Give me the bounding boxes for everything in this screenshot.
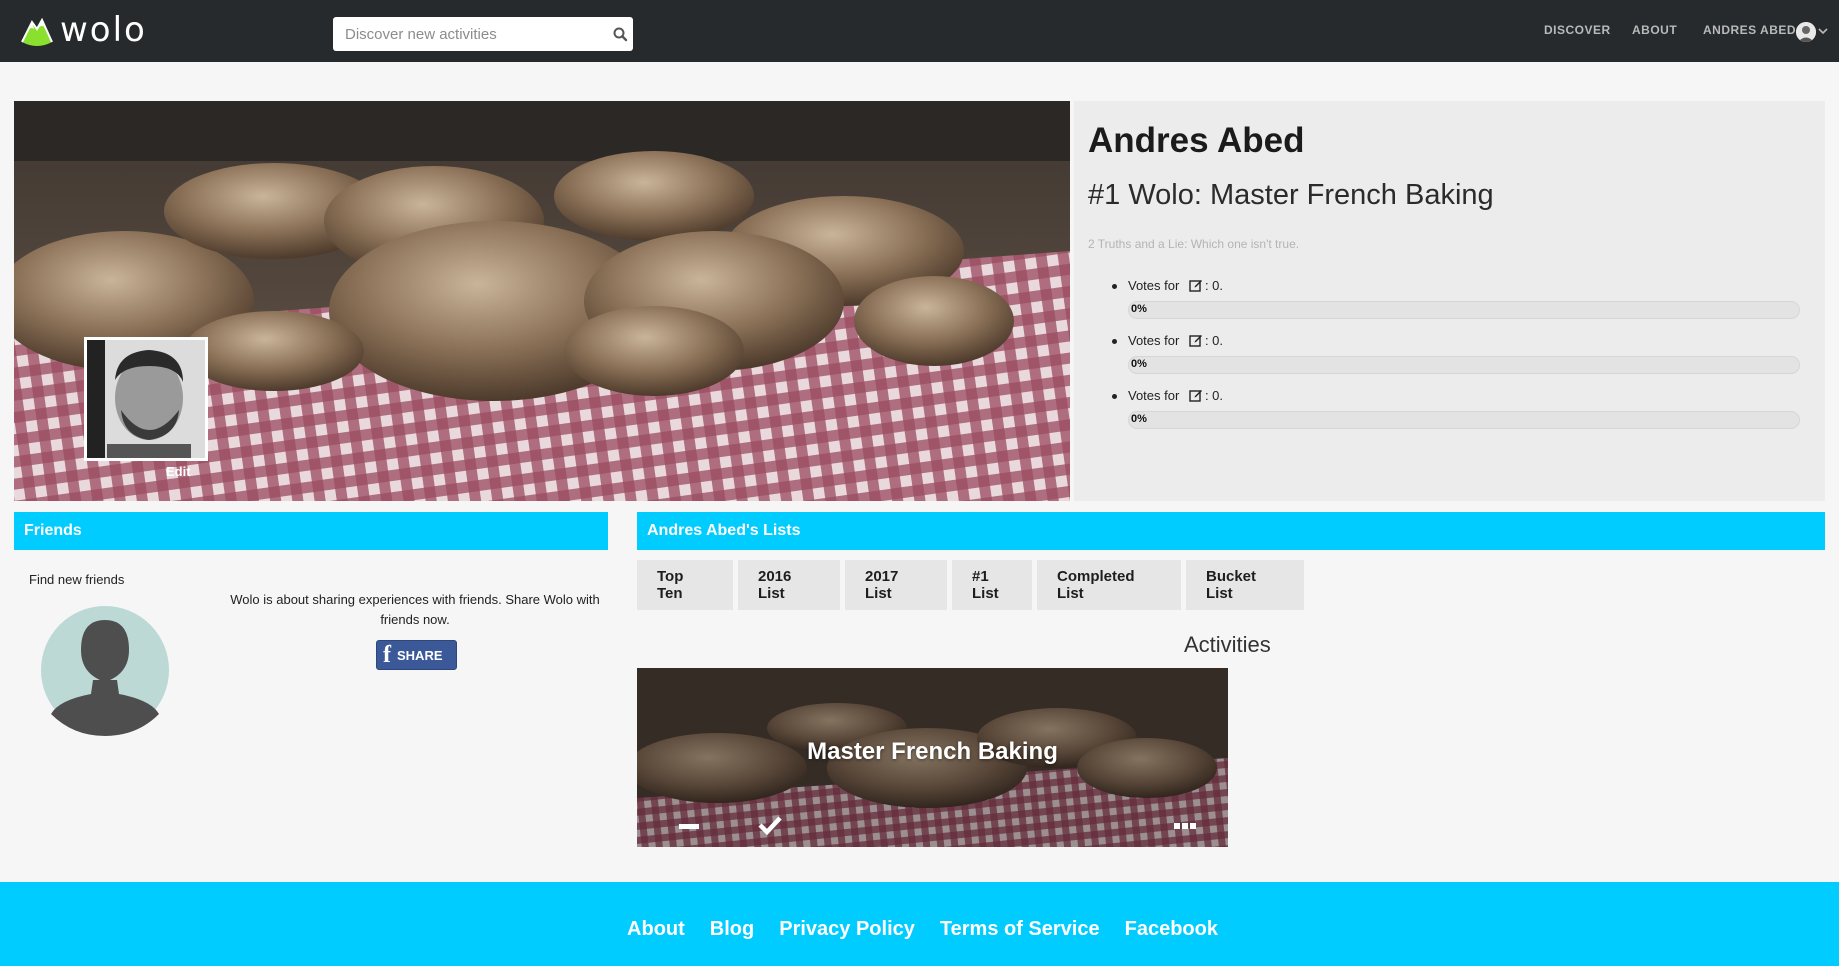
vote-text: Votes for : 0. bbox=[1110, 387, 1800, 405]
vote-item: Votes for : 0. 0% bbox=[1110, 332, 1800, 387]
vote-item: Votes for : 0. 0% bbox=[1110, 387, 1800, 442]
edit-icon[interactable] bbox=[1189, 388, 1203, 402]
lists-heading: Andres Abed's Lists bbox=[637, 512, 1825, 550]
vote-percent: 0% bbox=[1131, 358, 1147, 370]
nav-user[interactable]: ANDRES ABED bbox=[1703, 23, 1796, 37]
footer-link-blog[interactable]: Blog bbox=[710, 918, 754, 941]
profile-name: Andres Abed bbox=[1088, 121, 1305, 160]
profile-portrait-image bbox=[87, 340, 205, 458]
activity-card[interactable]: Master French Baking bbox=[637, 668, 1228, 847]
vote-percent: 0% bbox=[1131, 303, 1147, 315]
list-tab[interactable]: #1 List bbox=[952, 560, 1032, 610]
facebook-icon: f bbox=[383, 642, 391, 668]
footer-links: About Blog Privacy Policy Terms of Servi… bbox=[0, 918, 1839, 941]
list-tab[interactable]: Bucket List bbox=[1186, 560, 1304, 610]
vote-label: Votes for bbox=[1128, 388, 1180, 403]
list-tabs: Top Ten 2016 List 2017 List #1 List Comp… bbox=[637, 560, 1304, 610]
find-friends-link[interactable]: Find new friends bbox=[29, 572, 124, 587]
footer-link-about[interactable]: About bbox=[627, 918, 685, 941]
vote-text: Votes for : 0. bbox=[1110, 332, 1800, 350]
nav-about[interactable]: ABOUT bbox=[1632, 23, 1677, 37]
vote-progress-bar: 0% bbox=[1128, 411, 1800, 429]
vote-item: Votes for : 0. 0% bbox=[1110, 277, 1800, 332]
footer: About Blog Privacy Policy Terms of Servi… bbox=[0, 882, 1839, 966]
profile-subtitle: #1 Wolo: Master French Baking bbox=[1088, 179, 1494, 211]
truths-prompt: 2 Truths and a Lie: Which one isn't true… bbox=[1088, 237, 1300, 251]
default-avatar-icon[interactable] bbox=[41, 602, 169, 738]
share-button-label: SHARE bbox=[397, 647, 443, 663]
list-tab[interactable]: Completed List bbox=[1037, 560, 1181, 610]
footer-link-privacy-policy[interactable]: Privacy Policy bbox=[779, 918, 915, 941]
list-tab[interactable]: 2016 List bbox=[738, 560, 840, 610]
more-icon[interactable] bbox=[1174, 822, 1196, 830]
vote-label: Votes for bbox=[1128, 333, 1180, 348]
profile-photo[interactable] bbox=[84, 337, 208, 461]
vote-progress-bar: 0% bbox=[1128, 356, 1800, 374]
votes-list: Votes for : 0. 0% Votes for : 0. 0% Vote… bbox=[1110, 277, 1800, 442]
search-icon[interactable] bbox=[611, 25, 629, 43]
search-box bbox=[333, 17, 633, 51]
wolo-logo[interactable]: wolo bbox=[20, 12, 147, 48]
footer-link-facebook[interactable]: Facebook bbox=[1125, 918, 1218, 941]
vote-percent: 0% bbox=[1131, 413, 1147, 425]
chevron-down-icon[interactable] bbox=[1818, 26, 1828, 36]
footer-link-terms-of-service[interactable]: Terms of Service bbox=[940, 918, 1100, 941]
check-icon[interactable] bbox=[757, 814, 783, 836]
vote-text: Votes for : 0. bbox=[1110, 277, 1800, 295]
activities-heading: Activities bbox=[1184, 632, 1271, 657]
list-tab[interactable]: Top Ten bbox=[637, 560, 733, 610]
edit-profile-photo-link[interactable]: Edit bbox=[166, 464, 191, 479]
activity-title: Master French Baking bbox=[807, 738, 1058, 765]
vote-label: Votes for bbox=[1128, 278, 1180, 293]
mountain-logo-icon bbox=[21, 17, 53, 46]
vote-count: : 0. bbox=[1204, 388, 1224, 403]
top-navbar: wolo DISCOVER ABOUT ANDRES ABED bbox=[0, 0, 1839, 62]
user-avatar[interactable] bbox=[1796, 22, 1816, 42]
profile-info-panel: Andres Abed #1 Wolo: Master French Bakin… bbox=[1074, 101, 1825, 501]
edit-icon[interactable] bbox=[1189, 333, 1203, 347]
vote-progress-bar: 0% bbox=[1128, 301, 1800, 319]
share-description: Wolo is about sharing experiences with f… bbox=[230, 592, 600, 627]
vote-count: : 0. bbox=[1204, 278, 1224, 293]
edit-icon[interactable] bbox=[1189, 278, 1203, 292]
list-tab[interactable]: 2017 List bbox=[845, 560, 947, 610]
minus-icon[interactable] bbox=[679, 824, 699, 829]
user-avatar-icon bbox=[1796, 22, 1816, 42]
brand-name: wolo bbox=[60, 10, 147, 50]
vote-count: : 0. bbox=[1204, 333, 1224, 348]
friends-heading: Friends bbox=[14, 512, 608, 550]
search-input[interactable] bbox=[333, 17, 633, 51]
nav-discover[interactable]: DISCOVER bbox=[1544, 23, 1611, 37]
facebook-share-button[interactable]: f SHARE bbox=[376, 640, 457, 670]
